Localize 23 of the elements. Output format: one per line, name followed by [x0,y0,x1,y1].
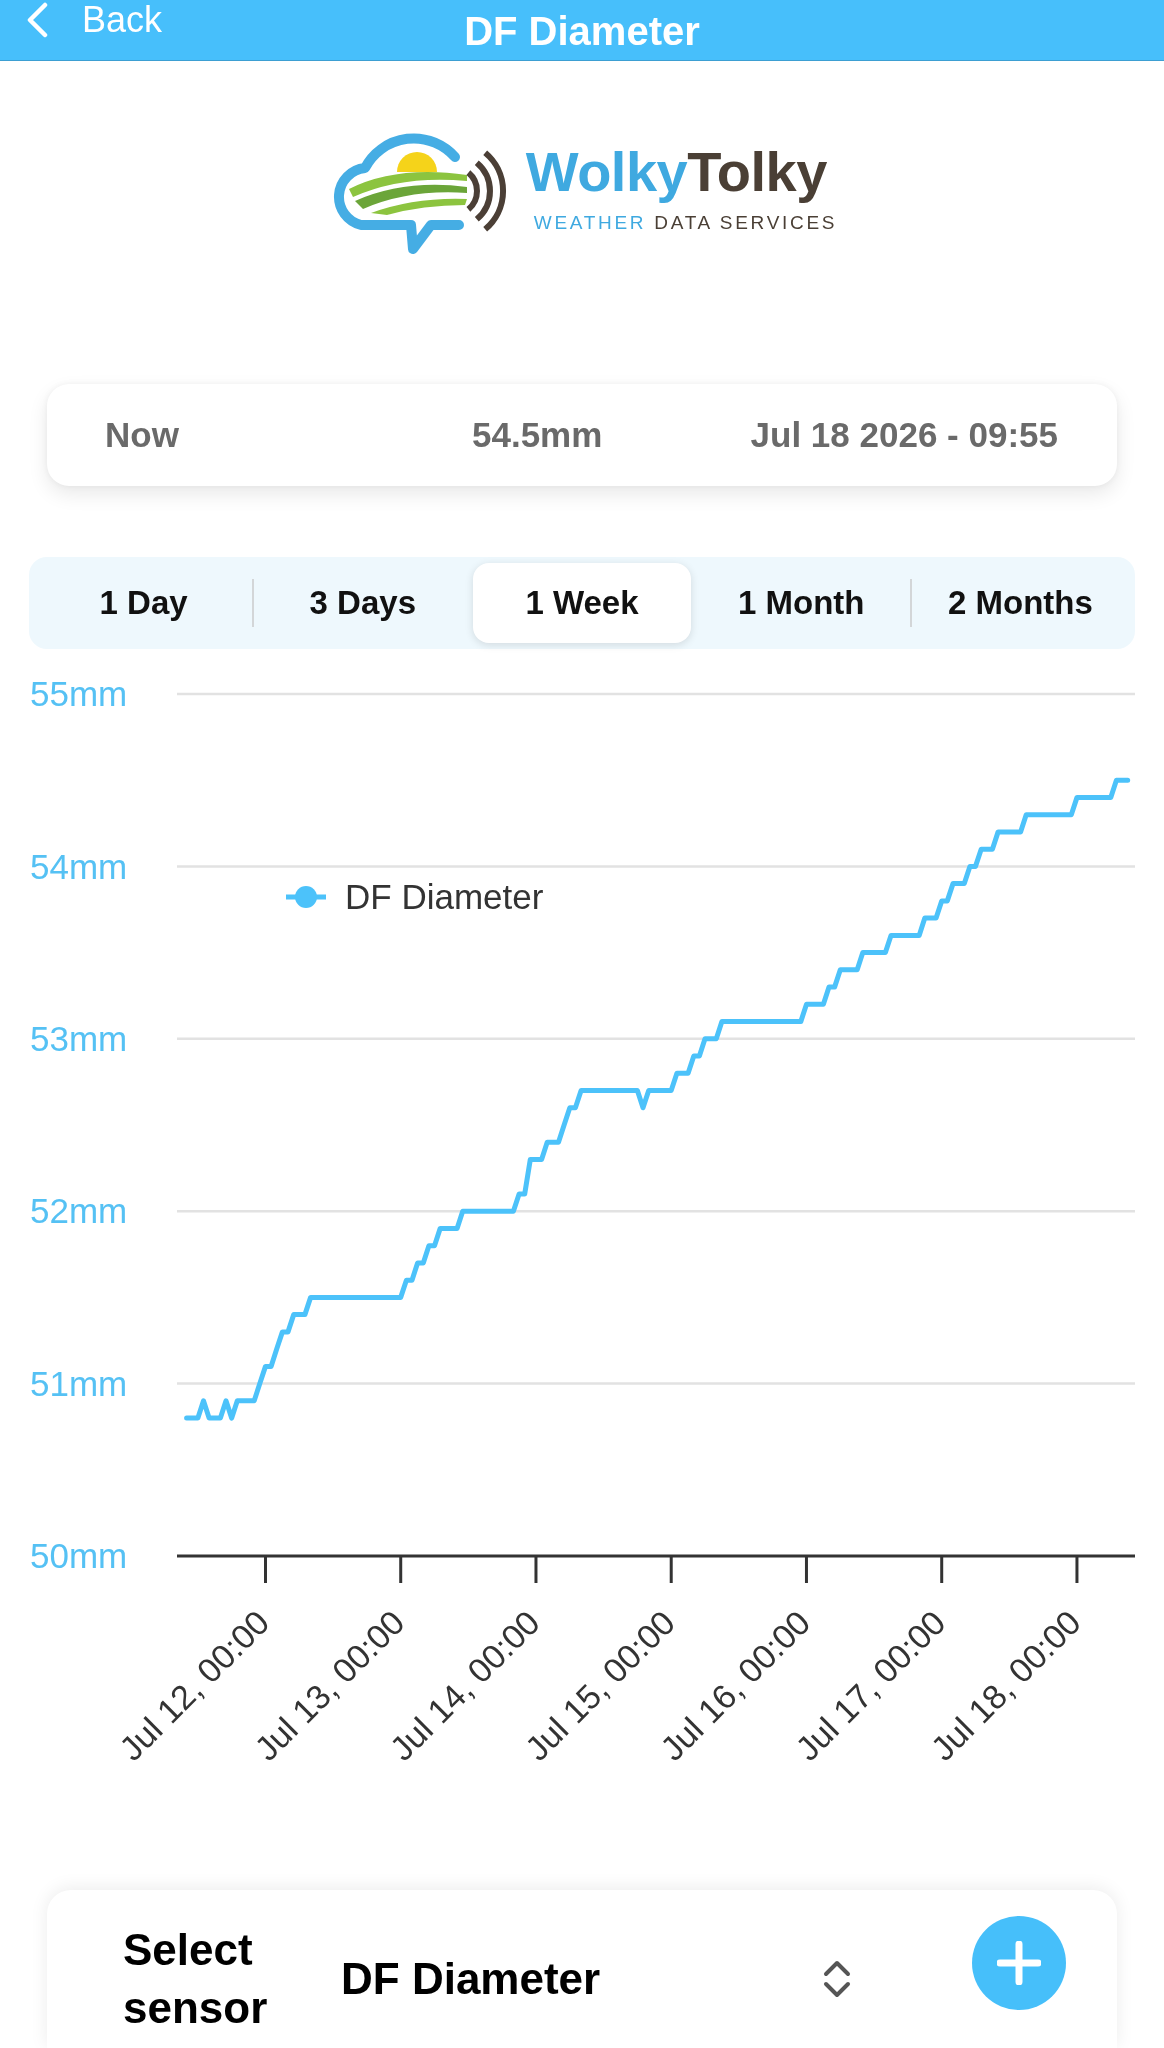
reading-label: Now [105,414,180,456]
y-axis-label: 55mm [30,674,128,714]
legend-label: DF Diameter [345,877,544,917]
range-tab[interactable]: 1 Week [473,563,691,643]
range-tab[interactable]: 1 Month [692,563,910,643]
sensor-select-label: Select sensor [123,1924,269,2034]
reading-value: 54.5mm [472,414,603,456]
y-axis-label: 50mm [30,1536,128,1576]
reading-timestamp: Jul 18 2026 - 09:55 [750,414,1058,456]
y-axis-label: 51mm [30,1363,128,1403]
chevron-left-icon [26,2,48,38]
y-axis-label: 52mm [30,1191,128,1231]
logo-wordmark: WolkyTolky [525,142,827,202]
sensor-picker[interactable]: DF Diameter [341,1950,852,2008]
range-tab[interactable]: 3 Days [254,563,472,643]
y-axis-label: 54mm [30,846,128,886]
chevron-updown-icon [822,1960,852,1998]
range-tab[interactable]: 2 Months [911,563,1129,643]
screen-title: DF Diameter [464,8,700,55]
logo-tagline: WEATHER DATA SERVICES [532,212,838,234]
y-axis-label: 53mm [30,1019,128,1059]
range-tab[interactable]: 1 Day [35,563,253,643]
plus-icon [997,1941,1041,1985]
